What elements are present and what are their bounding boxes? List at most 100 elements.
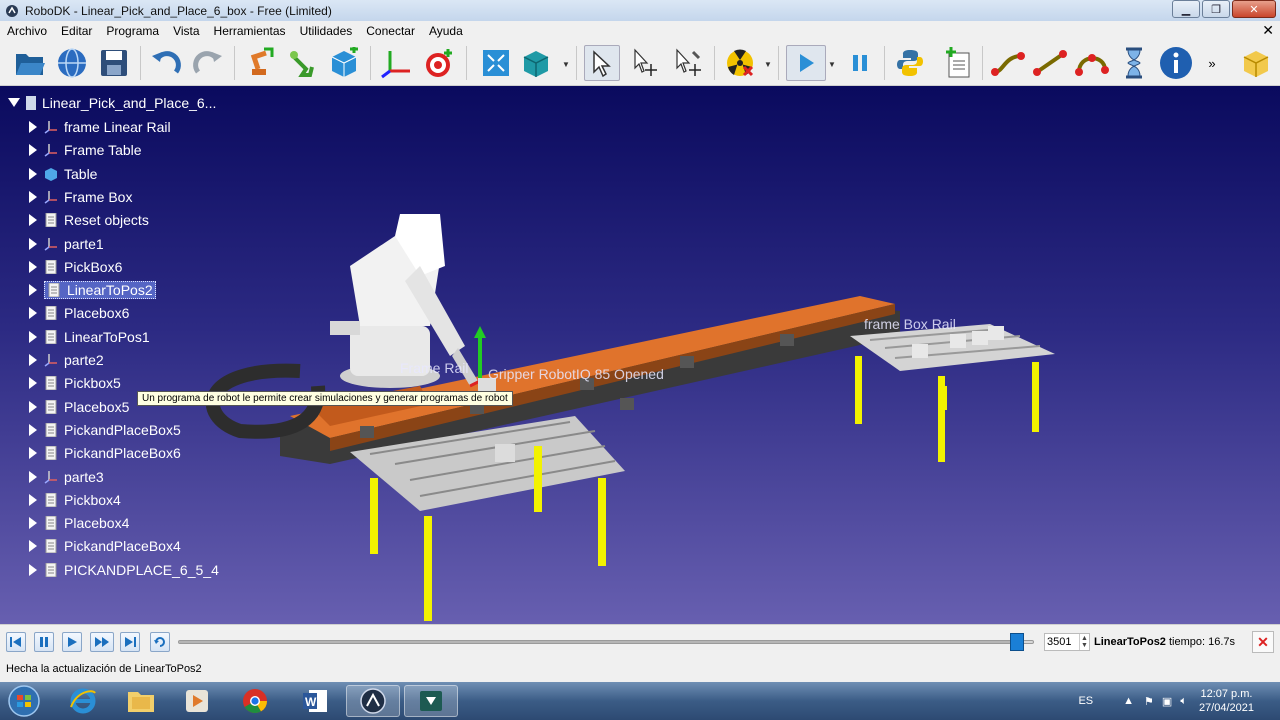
add-frame-icon[interactable] (378, 45, 414, 81)
tree-item[interactable]: Table (28, 163, 97, 185)
explorer-icon[interactable] (114, 685, 168, 717)
language-indicator[interactable]: ES (1078, 695, 1093, 707)
expand-arrow-icon[interactable] (28, 563, 38, 576)
expand-arrow-icon[interactable] (28, 214, 38, 227)
app-icon[interactable] (404, 685, 458, 717)
save-icon[interactable] (96, 45, 132, 81)
tree-item[interactable]: LinearToPos1 (28, 326, 150, 348)
clock[interactable]: 12:07 p.m. 27/04/2021 (1199, 687, 1254, 715)
move-linear-icon[interactable] (1032, 45, 1068, 81)
stop-button[interactable]: ✕ (1252, 631, 1274, 653)
word-icon[interactable]: W (288, 685, 342, 717)
tree-item[interactable]: PickandPlaceBox6 (28, 442, 181, 464)
add-object-icon[interactable] (326, 45, 362, 81)
redo-icon[interactable] (190, 45, 226, 81)
close-window-button[interactable]: ✕ (1232, 0, 1276, 18)
minimize-button[interactable]: ▁ (1172, 0, 1200, 18)
media-icon[interactable] (170, 685, 224, 717)
add-target-icon[interactable] (420, 45, 456, 81)
select-icon[interactable] (584, 45, 620, 81)
expand-arrow-icon[interactable] (28, 423, 38, 436)
menu-editar[interactable]: Editar (54, 24, 99, 38)
expand-arrow-icon[interactable] (28, 260, 38, 273)
run-icon[interactable] (786, 45, 826, 81)
tree-item[interactable]: parte2 (28, 349, 104, 371)
fit-all-icon[interactable] (478, 45, 514, 81)
tree-root[interactable]: Linear_Pick_and_Place_6... (8, 95, 216, 111)
tree-item[interactable]: PickandPlaceBox5 (28, 419, 181, 441)
tree-item[interactable]: PickandPlaceBox4 (28, 535, 181, 557)
tree-item[interactable]: Placebox5 (28, 396, 129, 418)
expand-arrow-icon[interactable] (28, 190, 38, 203)
menu-utilidades[interactable]: Utilidades (293, 24, 360, 38)
view-cube-icon[interactable] (518, 45, 554, 81)
collapse-arrow-icon[interactable] (8, 98, 20, 108)
expand-arrow-icon[interactable] (28, 354, 38, 366)
spin-arrows-icon[interactable]: ▲ ▼ (1079, 634, 1089, 650)
move-joint-icon[interactable] (990, 45, 1026, 81)
play-button[interactable] (62, 632, 82, 652)
tree-item[interactable]: Frame Table (28, 139, 142, 161)
expand-arrow-icon[interactable] (28, 377, 38, 390)
more-icon[interactable]: » (1202, 45, 1222, 81)
menu-herramientas[interactable]: Herramientas (207, 24, 293, 38)
tree-item[interactable]: PickBox6 (28, 256, 122, 278)
expand-arrow-icon[interactable] (28, 167, 38, 180)
globe-icon[interactable] (54, 45, 90, 81)
add-tool-icon[interactable] (284, 45, 320, 81)
tree-item[interactable]: PICKANDPLACE_6_5_4 (28, 559, 219, 581)
expand-arrow-icon[interactable] (28, 144, 38, 157)
info-icon[interactable] (1158, 45, 1194, 81)
restore-button[interactable]: ❐ (1202, 0, 1230, 18)
skip-end-button[interactable] (120, 632, 140, 652)
open-icon[interactable] (12, 45, 48, 81)
pause-instruction-icon[interactable] (1116, 45, 1152, 81)
tree-item[interactable]: Placebox6 (28, 302, 129, 324)
timeline-slider[interactable] (178, 640, 1034, 644)
frame-spinbox[interactable]: 3501 ▲ ▼ (1044, 633, 1090, 651)
tree-item[interactable]: Pickbox4 (28, 489, 121, 511)
add-robot-icon[interactable] (242, 45, 278, 81)
expand-arrow-icon[interactable] (28, 330, 38, 343)
move-reference-icon[interactable] (628, 45, 664, 81)
expand-arrow-icon[interactable] (28, 470, 38, 483)
tree-item[interactable]: frame Linear Rail (28, 116, 171, 138)
expand-arrow-icon[interactable] (28, 517, 38, 530)
expand-arrow-icon[interactable] (28, 307, 38, 320)
move-tcp-icon[interactable] (670, 45, 706, 81)
tree-item[interactable]: Pickbox5 (28, 372, 121, 394)
loop-button[interactable] (150, 632, 170, 652)
collision-icon[interactable] (722, 45, 758, 81)
menu-ayuda[interactable]: Ayuda (422, 24, 470, 38)
close-doc-icon[interactable]: ✕ (1262, 22, 1274, 39)
python-icon[interactable] (892, 45, 928, 81)
model-icon[interactable] (1238, 45, 1274, 81)
move-circular-icon[interactable] (1074, 45, 1110, 81)
new-program-icon[interactable] (940, 45, 976, 81)
volume-icon[interactable]: 🔈︎ (1180, 695, 1187, 708)
tree-item[interactable]: parte1 (28, 233, 104, 255)
expand-arrow-icon[interactable] (28, 284, 38, 297)
fast-forward-button[interactable] (90, 632, 114, 652)
ie-icon[interactable] (56, 685, 110, 717)
robodk-icon[interactable] (346, 685, 400, 717)
expand-arrow-icon[interactable] (28, 400, 38, 413)
skip-start-button[interactable] (6, 632, 26, 652)
menu-vista[interactable]: Vista (166, 24, 206, 38)
expand-arrow-icon[interactable] (28, 447, 38, 460)
show-hidden-icon[interactable]: ▲ (1123, 695, 1134, 707)
tree-item[interactable]: parte3 (28, 466, 104, 488)
menu-conectar[interactable]: Conectar (359, 24, 422, 38)
tree-item[interactable]: Frame Box (28, 186, 132, 208)
tree-item[interactable]: Reset objects (28, 209, 149, 231)
pause-button[interactable] (34, 632, 54, 652)
network-icon[interactable]: ▣ (1162, 695, 1172, 708)
timeline-thumb[interactable] (1009, 633, 1024, 651)
expand-arrow-icon[interactable] (28, 237, 38, 250)
expand-arrow-icon[interactable] (28, 540, 38, 553)
expand-arrow-icon[interactable] (28, 493, 38, 506)
flag-icon[interactable]: ⚑ (1144, 695, 1154, 708)
menu-programa[interactable]: Programa (99, 24, 166, 38)
undo-icon[interactable] (148, 45, 184, 81)
3d-viewport[interactable]: Frame Rail Gripper RobotIQ 85 Opened fra… (0, 86, 1280, 624)
